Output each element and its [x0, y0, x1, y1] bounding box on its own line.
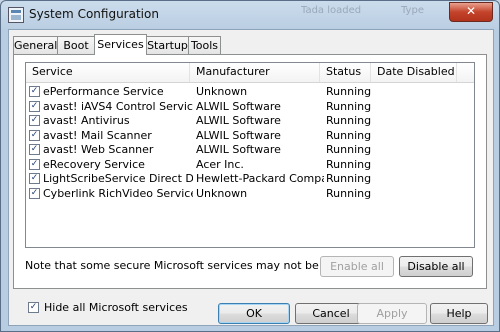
services-list[interactable]: Service Manufacturer Status Date Disable…	[25, 62, 475, 248]
column-header-date-disabled[interactable]: Date Disabled	[371, 63, 457, 82]
status-cell: Running	[326, 99, 372, 113]
service-name-cell: eRecovery Service	[43, 157, 145, 171]
dialog-client-area: General Boot Services Startup Tools Serv…	[8, 29, 494, 326]
service-checkbox[interactable]: ✓	[29, 144, 40, 155]
status-cell: Running	[326, 114, 372, 127]
table-row[interactable]: ✓ ePerformance Service Unknown Running	[26, 85, 474, 99]
close-icon: ✕	[465, 4, 477, 18]
date-disabled-cell	[377, 100, 457, 114]
system-config-icon	[8, 7, 24, 23]
service-checkbox[interactable]: ✓	[29, 158, 40, 170]
tab-strip: General Boot Services Startup Tools	[13, 34, 483, 56]
date-disabled-cell	[377, 158, 457, 172]
manufacturer-cell: Unknown	[196, 85, 248, 98]
checkmark-icon: ✓	[30, 173, 39, 183]
services-list-header: Service Manufacturer Status Date Disable…	[26, 63, 474, 83]
system-configuration-window: System Configuration Tada loaded Type ✕ …	[0, 0, 500, 332]
service-checkbox[interactable]: ✓	[29, 100, 40, 112]
date-disabled-cell	[377, 172, 457, 186]
table-row[interactable]: ✓ avast! iAVS4 Control Service ALWIL Softw…	[26, 100, 474, 114]
table-row[interactable]: ✓ avast! Mail Scanner ALWIL Software Runnin…	[26, 129, 474, 143]
tab-boot[interactable]: Boot	[57, 36, 95, 54]
manufacturer-cell: ALWIL Software	[196, 99, 281, 113]
status-cell: Running	[326, 172, 372, 185]
hide-microsoft-services-label: Hide all Microsoft services	[44, 301, 188, 314]
disable-all-button[interactable]: Disable all	[399, 256, 473, 277]
status-cell: Running	[326, 85, 372, 98]
checkmark-icon: ✓	[30, 129, 39, 140]
service-name-cell: avast! Web Scanner	[43, 143, 154, 156]
manufacturer-cell: Hewlett-Packard Company	[196, 172, 324, 185]
manufacturer-cell: ALWIL Software	[196, 143, 281, 156]
service-name-cell: LightScribeService Direct Disc La...	[43, 172, 193, 185]
date-disabled-cell	[377, 85, 457, 99]
service-checkbox[interactable]: ✓	[29, 129, 40, 141]
service-checkbox[interactable]: ✓	[29, 173, 40, 184]
apply-button[interactable]: Apply	[357, 303, 427, 324]
enable-all-button[interactable]: Enable all	[320, 256, 394, 277]
table-row[interactable]: ✓ eRecovery Service Acer Inc. Running	[26, 158, 474, 172]
service-name-cell: avast! iAVS4 Control Service	[43, 99, 193, 113]
column-header-status[interactable]: Status	[320, 63, 371, 82]
column-header-manufacturer[interactable]: Manufacturer	[190, 63, 320, 82]
checkmark-icon: ✓	[30, 158, 39, 169]
service-name-cell: avast! Mail Scanner	[43, 128, 152, 142]
status-cell: Running	[326, 157, 372, 171]
status-cell: Running	[326, 143, 372, 156]
background-window-text: Tada loaded	[301, 5, 362, 16]
tab-services[interactable]: Services	[94, 34, 147, 55]
checkmark-icon: ✓	[30, 187, 39, 198]
table-row[interactable]: ✓ Cyberlink RichVideo Service(CRVS)Unknow…	[26, 187, 474, 201]
tab-general[interactable]: General	[13, 36, 58, 54]
tab-tools[interactable]: Tools	[188, 36, 221, 54]
manufacturer-cell: ALWIL Software	[196, 128, 281, 142]
checkmark-icon: ✓	[30, 115, 39, 125]
checkmark-icon: ✓	[30, 100, 39, 111]
date-disabled-cell	[377, 143, 457, 157]
background-window-text: Type	[401, 5, 424, 16]
service-name-cell: ePerformance Service	[43, 85, 164, 98]
window-title: System Configuration	[29, 7, 159, 21]
manufacturer-cell: ALWIL Software	[196, 114, 281, 127]
table-row[interactable]: ✓ LightScribeService Direct Disc La...Hew…	[26, 172, 474, 186]
checkmark-icon: ✓	[29, 302, 38, 312]
services-tab-panel: Service Manufacturer Status Date Disable…	[13, 54, 487, 314]
help-button[interactable]: Help	[430, 303, 488, 324]
manufacturer-cell: Acer Inc.	[196, 157, 244, 171]
service-checkbox[interactable]: ✓	[29, 86, 40, 97]
service-checkbox[interactable]: ✓	[29, 115, 40, 126]
date-disabled-cell	[377, 129, 457, 143]
service-name-cell: Cyberlink RichVideo Service(CRVS)	[43, 186, 193, 200]
tab-startup[interactable]: Startup	[146, 36, 189, 54]
checkmark-icon: ✓	[30, 86, 39, 96]
hide-microsoft-services-checkbox[interactable]: ✓	[28, 302, 39, 313]
date-disabled-cell	[377, 187, 457, 201]
title-bar[interactable]: System Configuration Tada loaded Type ✕	[1, 1, 499, 29]
status-cell: Running	[326, 186, 372, 200]
ok-button[interactable]: OK	[218, 303, 290, 324]
checkmark-icon: ✓	[30, 144, 39, 154]
column-header-service[interactable]: Service	[26, 63, 190, 82]
table-row[interactable]: ✓ avast! Antivirus ALWIL Software Running	[26, 114, 474, 128]
manufacturer-cell: Unknown	[196, 186, 248, 200]
table-row[interactable]: ✓ avast! Web Scanner ALWIL Software Running	[26, 143, 474, 157]
service-checkbox[interactable]: ✓	[29, 187, 40, 199]
status-cell: Running	[326, 128, 372, 142]
service-name-cell: avast! Antivirus	[43, 114, 130, 127]
date-disabled-cell	[377, 114, 457, 128]
close-button[interactable]: ✕	[449, 2, 493, 22]
